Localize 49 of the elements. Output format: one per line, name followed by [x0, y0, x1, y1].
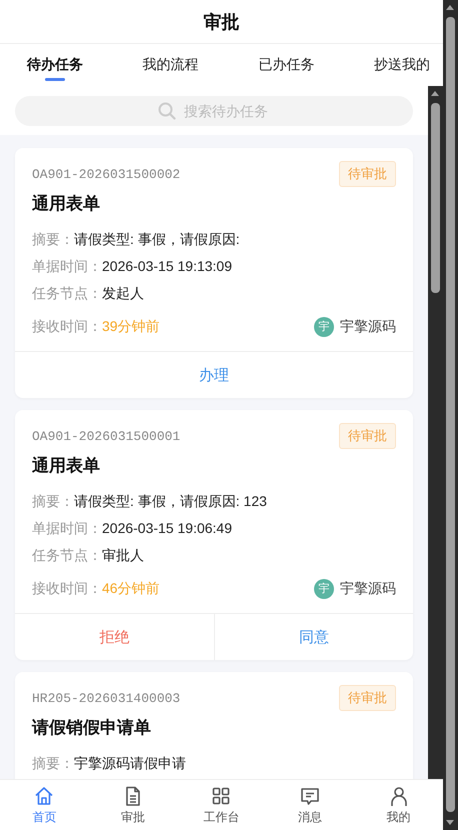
field-label: 摘要： [32, 230, 74, 249]
tab[interactable]: 待办任务 [27, 44, 83, 86]
field-label: 任务节点： [32, 546, 102, 565]
home-icon [33, 784, 56, 806]
order-number: OA901-2026031500001 [32, 428, 180, 444]
scrollbar[interactable] [428, 86, 443, 779]
received-time: 46分钟前 [102, 579, 160, 598]
order-number: OA901-2026031500002 [32, 166, 180, 182]
form-title: 通用表单 [32, 193, 101, 215]
page-title: 审批 [204, 10, 240, 34]
nav-item[interactable]: 消息 [266, 780, 354, 830]
nav-item[interactable]: 首页 [0, 780, 89, 830]
tab[interactable]: 抄送我的 [374, 44, 430, 86]
scrollbar[interactable] [443, 0, 458, 830]
grid-icon [210, 784, 232, 806]
tab[interactable]: 已办任务 [258, 44, 314, 86]
field-label: 接收时间： [32, 317, 102, 336]
task-card[interactable]: OA901-2026031500002 待审批 通用表单 摘要：请假类型: 事假，请假原因: 单据时间：2026-03-15 19:13:09 任务节点：发起人 接收时间：39分钟前 宇 宇擎源码 办理 [15, 148, 413, 398]
form-title: 通用表单 [32, 455, 101, 477]
nav-item[interactable]: 审批 [88, 780, 178, 830]
avatar: 宇 [314, 316, 334, 336]
status-tag: 待审批 [339, 161, 396, 187]
field-value: 请假类型: 事假，请假原因: [74, 230, 240, 249]
avatar: 宇 [314, 578, 334, 598]
status-tag: 待审批 [339, 685, 396, 711]
tab[interactable]: 我的流程 [142, 44, 199, 86]
status-tag: 待审批 [339, 423, 396, 449]
field-value: 2026-03-15 19:06:49 [102, 519, 232, 538]
field-label: 摘要： [32, 754, 74, 773]
field-label: 任务节点： [32, 284, 102, 303]
field-value: 请假类型: 事假，请假原因: 123 [74, 492, 267, 511]
field-value: 发起人 [102, 284, 144, 303]
field-label: 摘要： [32, 492, 74, 511]
field-label: 单据时间： [32, 257, 102, 276]
field-value: 宇擎源码请假申请 [74, 754, 186, 773]
field-label: 接收时间： [32, 579, 102, 598]
user-name: 宇擎源码 [340, 580, 396, 598]
field-value: 2026-03-15 19:13:09 [102, 257, 232, 276]
order-number: HR205-2026031400003 [32, 690, 180, 706]
search-icon [158, 102, 176, 120]
search-field[interactable]: 搜索待办任务 [15, 96, 413, 126]
field-label: 单据时间： [32, 519, 102, 538]
nav-item[interactable]: 我的 [354, 780, 443, 830]
task-card[interactable]: HR205-2026031400003 待审批 请假销假申请单 摘要：宇擎源码请假申请 [15, 672, 413, 779]
field-value: 审批人 [102, 546, 144, 565]
user-name: 宇擎源码 [340, 318, 396, 336]
nav-item[interactable]: 工作台 [177, 780, 266, 830]
received-time: 39分钟前 [102, 317, 160, 336]
form-title: 请假销假申请单 [32, 717, 152, 739]
